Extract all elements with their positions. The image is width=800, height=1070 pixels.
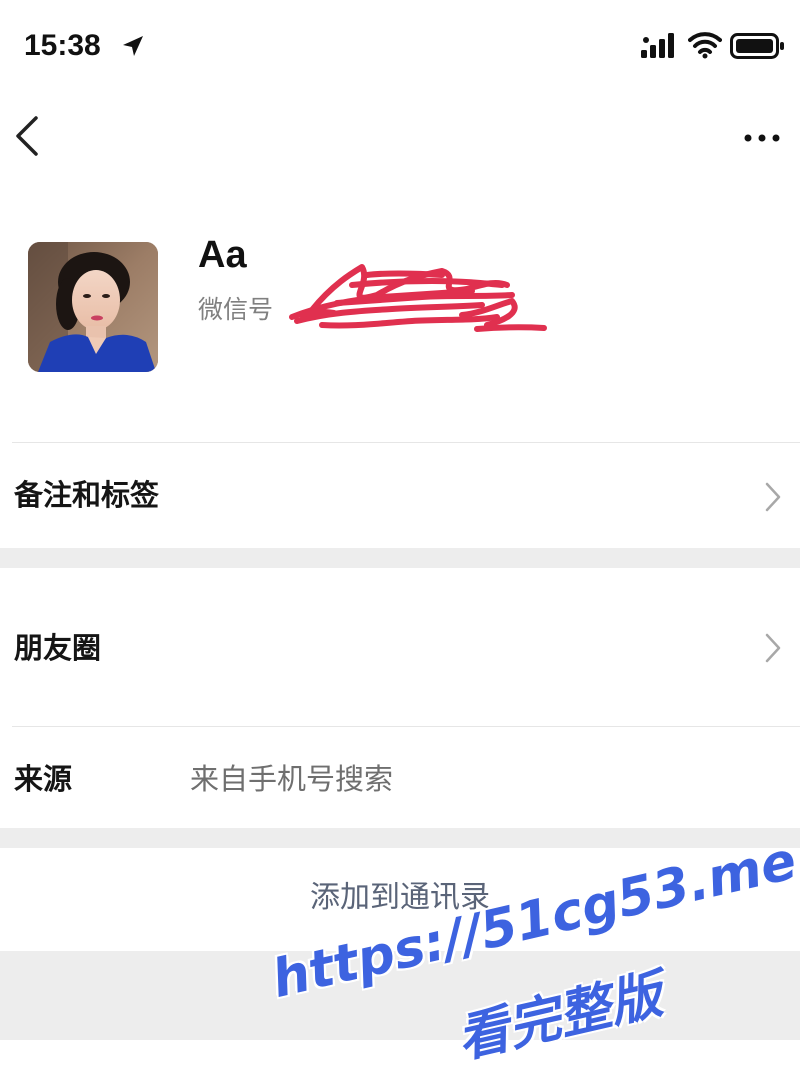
status-time: 15:38 [24, 29, 101, 62]
wechat-id-label: 微信号 [198, 295, 274, 324]
section-gap [0, 828, 800, 848]
moments-row[interactable]: 朋友圈 [0, 568, 800, 726]
remarks-tags-label: 备注和标签 [14, 478, 160, 512]
avatar-photo [28, 242, 158, 372]
wifi-icon [688, 32, 722, 59]
battery-icon [730, 33, 784, 59]
location-arrow-icon [123, 36, 143, 56]
chevron-right-icon [765, 482, 781, 512]
more-dots-icon[interactable] [738, 120, 786, 156]
status-bar: 15:38 [0, 0, 800, 92]
add-to-contacts-button[interactable]: 添加到通讯录 [0, 848, 800, 951]
chevron-right-icon [765, 633, 781, 663]
profile-name: Aa [198, 234, 247, 276]
add-to-contacts-label: 添加到通讯录 [310, 880, 490, 915]
source-row: 来源 来自手机号搜索 [0, 727, 800, 828]
back-chevron-icon[interactable] [8, 112, 44, 160]
cellular-signal-icon [641, 33, 674, 58]
source-label: 来源 [14, 762, 73, 796]
moments-label: 朋友圈 [14, 631, 102, 665]
bottom-area [0, 951, 800, 1040]
avatar[interactable] [28, 242, 158, 372]
source-value: 来自手机号搜索 [190, 762, 394, 796]
redaction-scribble [289, 264, 547, 332]
remarks-tags-row[interactable]: 备注和标签 [0, 443, 800, 548]
section-gap [0, 548, 800, 568]
